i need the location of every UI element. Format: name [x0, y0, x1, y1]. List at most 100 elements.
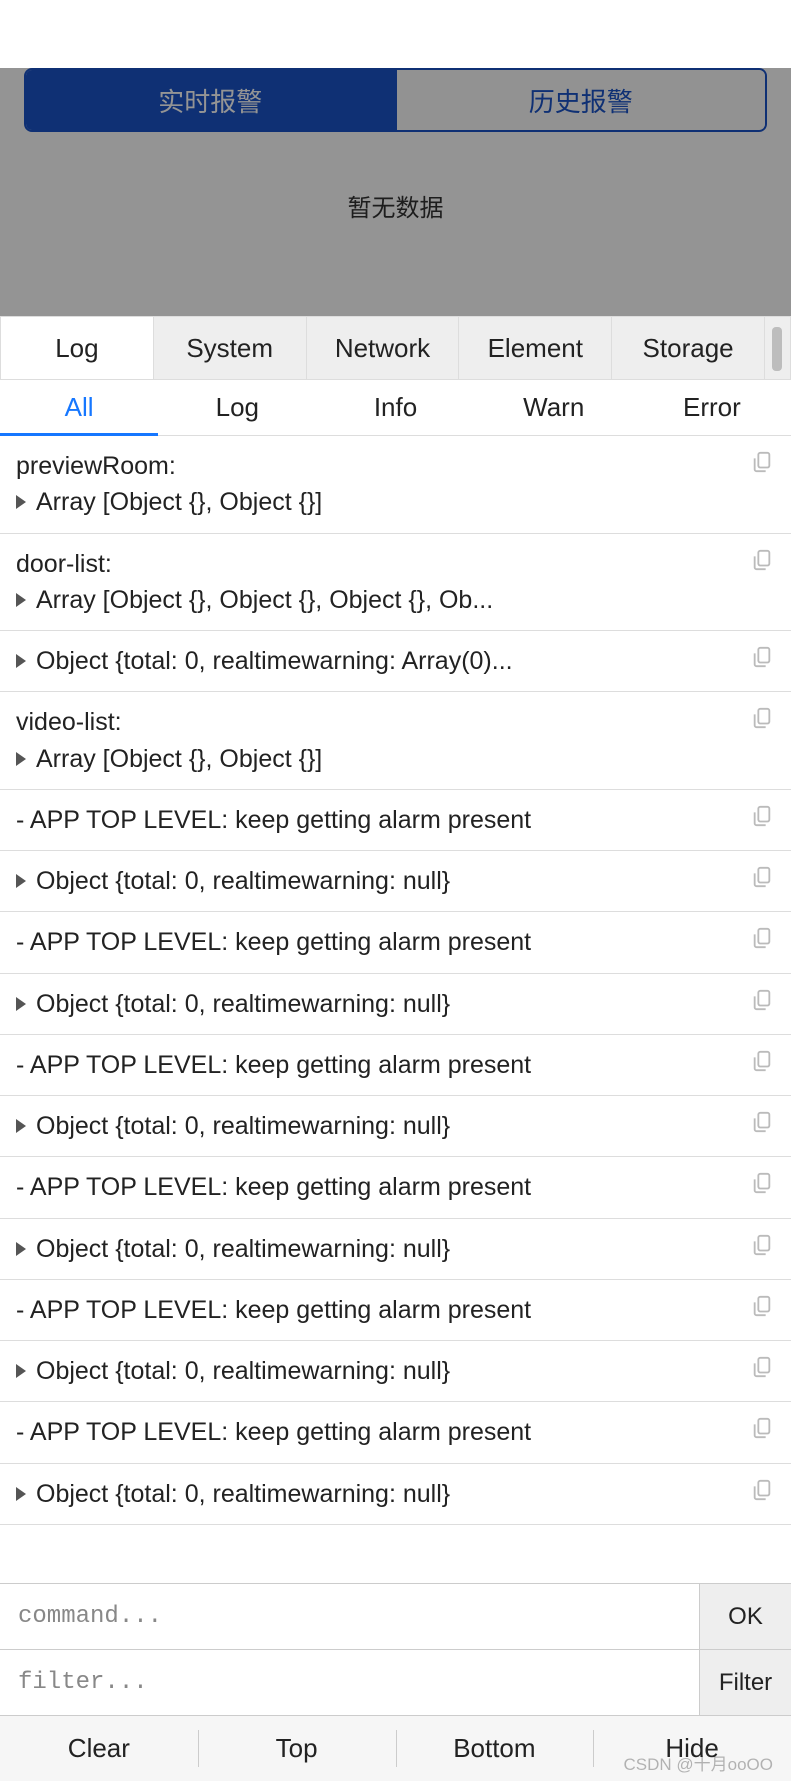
- log-label: video-list:: [16, 704, 775, 740]
- hide-button[interactable]: Hide: [593, 1716, 791, 1781]
- bottom-toolbar: Clear Top Bottom Hide: [0, 1715, 791, 1781]
- main-tab-system[interactable]: System: [154, 316, 307, 380]
- log-item[interactable]: previewRoom:Array [Object {}, Object {}]: [0, 436, 791, 534]
- log-item[interactable]: Object {total: 0, realtimewarning: null}: [0, 1219, 791, 1280]
- log-line: Object {total: 0, realtimewarning: null}: [16, 1476, 775, 1512]
- copy-icon[interactable]: [751, 926, 773, 950]
- filter-row: Filter: [0, 1649, 791, 1715]
- sub-tab-all[interactable]: All: [0, 380, 158, 435]
- log-item[interactable]: Object {total: 0, realtimewarning: null}: [0, 974, 791, 1035]
- copy-icon[interactable]: [751, 1416, 773, 1440]
- main-tab-log[interactable]: Log: [0, 316, 154, 380]
- expand-caret-icon[interactable]: [16, 1364, 26, 1378]
- log-line: - APP TOP LEVEL: keep getting alarm pres…: [16, 1169, 775, 1205]
- copy-icon[interactable]: [751, 645, 773, 669]
- log-label: door-list:: [16, 546, 775, 582]
- sub-tab-info[interactable]: Info: [316, 380, 474, 435]
- vconsole-panel: Log System Network Element Storage All L…: [0, 316, 791, 1781]
- copy-icon[interactable]: [751, 1355, 773, 1379]
- log-item[interactable]: door-list:Array [Object {}, Object {}, O…: [0, 534, 791, 632]
- log-body: Object {total: 0, realtimewarning: null}: [36, 1231, 450, 1267]
- filter-button[interactable]: Filter: [699, 1650, 791, 1715]
- expand-caret-icon[interactable]: [16, 997, 26, 1011]
- expand-caret-icon[interactable]: [16, 1242, 26, 1256]
- copy-icon[interactable]: [751, 988, 773, 1012]
- expand-caret-icon[interactable]: [16, 874, 26, 888]
- expand-caret-icon[interactable]: [16, 752, 26, 766]
- scrollbar-thumb[interactable]: [772, 327, 782, 371]
- log-item[interactable]: Object {total: 0, realtimewarning: null}: [0, 1096, 791, 1157]
- log-body: - APP TOP LEVEL: keep getting alarm pres…: [16, 802, 531, 838]
- log-list[interactable]: previewRoom:Array [Object {}, Object {}]…: [0, 436, 791, 1583]
- log-item[interactable]: - APP TOP LEVEL: keep getting alarm pres…: [0, 1157, 791, 1218]
- copy-icon[interactable]: [751, 1294, 773, 1318]
- log-body: - APP TOP LEVEL: keep getting alarm pres…: [16, 924, 531, 960]
- log-item[interactable]: Object {total: 0, realtimewarning: Array…: [0, 631, 791, 692]
- log-line: Object {total: 0, realtimewarning: null}: [16, 1231, 775, 1267]
- log-line: Object {total: 0, realtimewarning: null}: [16, 986, 775, 1022]
- expand-caret-icon[interactable]: [16, 654, 26, 668]
- log-line: - APP TOP LEVEL: keep getting alarm pres…: [16, 1047, 775, 1083]
- vconsole-main-tabs: Log System Network Element Storage: [0, 316, 791, 380]
- copy-icon[interactable]: [751, 548, 773, 572]
- log-line: - APP TOP LEVEL: keep getting alarm pres…: [16, 1292, 775, 1328]
- log-line: - APP TOP LEVEL: keep getting alarm pres…: [16, 802, 775, 838]
- sub-tab-log[interactable]: Log: [158, 380, 316, 435]
- expand-caret-icon[interactable]: [16, 1119, 26, 1133]
- copy-icon[interactable]: [751, 1110, 773, 1134]
- vconsole-sub-tabs: All Log Info Warn Error: [0, 380, 791, 436]
- log-item[interactable]: - APP TOP LEVEL: keep getting alarm pres…: [0, 1035, 791, 1096]
- copy-icon[interactable]: [751, 865, 773, 889]
- command-row: OK: [0, 1583, 791, 1649]
- copy-icon[interactable]: [751, 706, 773, 730]
- expand-caret-icon[interactable]: [16, 593, 26, 607]
- copy-icon[interactable]: [751, 1049, 773, 1073]
- log-line: - APP TOP LEVEL: keep getting alarm pres…: [16, 1414, 775, 1450]
- bottom-button[interactable]: Bottom: [396, 1716, 594, 1781]
- log-item[interactable]: Object {total: 0, realtimewarning: null}: [0, 851, 791, 912]
- log-line: Object {total: 0, realtimewarning: null}: [16, 863, 775, 899]
- log-body: - APP TOP LEVEL: keep getting alarm pres…: [16, 1047, 531, 1083]
- expand-caret-icon[interactable]: [16, 1487, 26, 1501]
- log-body: Object {total: 0, realtimewarning: Array…: [36, 643, 513, 679]
- log-body: - APP TOP LEVEL: keep getting alarm pres…: [16, 1292, 531, 1328]
- log-label: previewRoom:: [16, 448, 775, 484]
- app-header-region: 实时报警 历史报警 暂无数据: [0, 68, 791, 316]
- sub-tab-error[interactable]: Error: [633, 380, 791, 435]
- log-line: Object {total: 0, realtimewarning: null}: [16, 1353, 775, 1389]
- log-line: Array [Object {}, Object {}, Object {}, …: [16, 582, 775, 618]
- main-tab-storage[interactable]: Storage: [612, 316, 765, 380]
- copy-icon[interactable]: [751, 450, 773, 474]
- log-item[interactable]: Object {total: 0, realtimewarning: null}: [0, 1464, 791, 1525]
- command-input[interactable]: [0, 1584, 699, 1649]
- modal-overlay[interactable]: [0, 68, 791, 316]
- log-body: - APP TOP LEVEL: keep getting alarm pres…: [16, 1169, 531, 1205]
- log-item[interactable]: Object {total: 0, realtimewarning: null}: [0, 1341, 791, 1402]
- copy-icon[interactable]: [751, 1233, 773, 1257]
- log-item[interactable]: - APP TOP LEVEL: keep getting alarm pres…: [0, 790, 791, 851]
- log-item[interactable]: - APP TOP LEVEL: keep getting alarm pres…: [0, 1402, 791, 1463]
- log-body: Array [Object {}, Object {}]: [36, 741, 322, 777]
- filter-input[interactable]: [0, 1650, 699, 1715]
- log-item[interactable]: - APP TOP LEVEL: keep getting alarm pres…: [0, 912, 791, 973]
- log-line: - APP TOP LEVEL: keep getting alarm pres…: [16, 924, 775, 960]
- expand-caret-icon[interactable]: [16, 495, 26, 509]
- log-item[interactable]: video-list:Array [Object {}, Object {}]: [0, 692, 791, 790]
- top-button[interactable]: Top: [198, 1716, 396, 1781]
- ok-button[interactable]: OK: [699, 1584, 791, 1649]
- log-body: Object {total: 0, realtimewarning: null}: [36, 1476, 450, 1512]
- sub-tab-warn[interactable]: Warn: [475, 380, 633, 435]
- log-line: Object {total: 0, realtimewarning: null}: [16, 1108, 775, 1144]
- copy-icon[interactable]: [751, 1171, 773, 1195]
- copy-icon[interactable]: [751, 804, 773, 828]
- log-body: Object {total: 0, realtimewarning: null}: [36, 986, 450, 1022]
- log-body: Array [Object {}, Object {}]: [36, 484, 322, 520]
- log-item[interactable]: - APP TOP LEVEL: keep getting alarm pres…: [0, 1280, 791, 1341]
- main-tab-network[interactable]: Network: [307, 316, 460, 380]
- log-body: Object {total: 0, realtimewarning: null}: [36, 863, 450, 899]
- main-tab-element[interactable]: Element: [459, 316, 612, 380]
- log-body: Object {total: 0, realtimewarning: null}: [36, 1353, 450, 1389]
- clear-button[interactable]: Clear: [0, 1716, 198, 1781]
- main-tabs-scrollbar[interactable]: [765, 316, 791, 380]
- copy-icon[interactable]: [751, 1478, 773, 1502]
